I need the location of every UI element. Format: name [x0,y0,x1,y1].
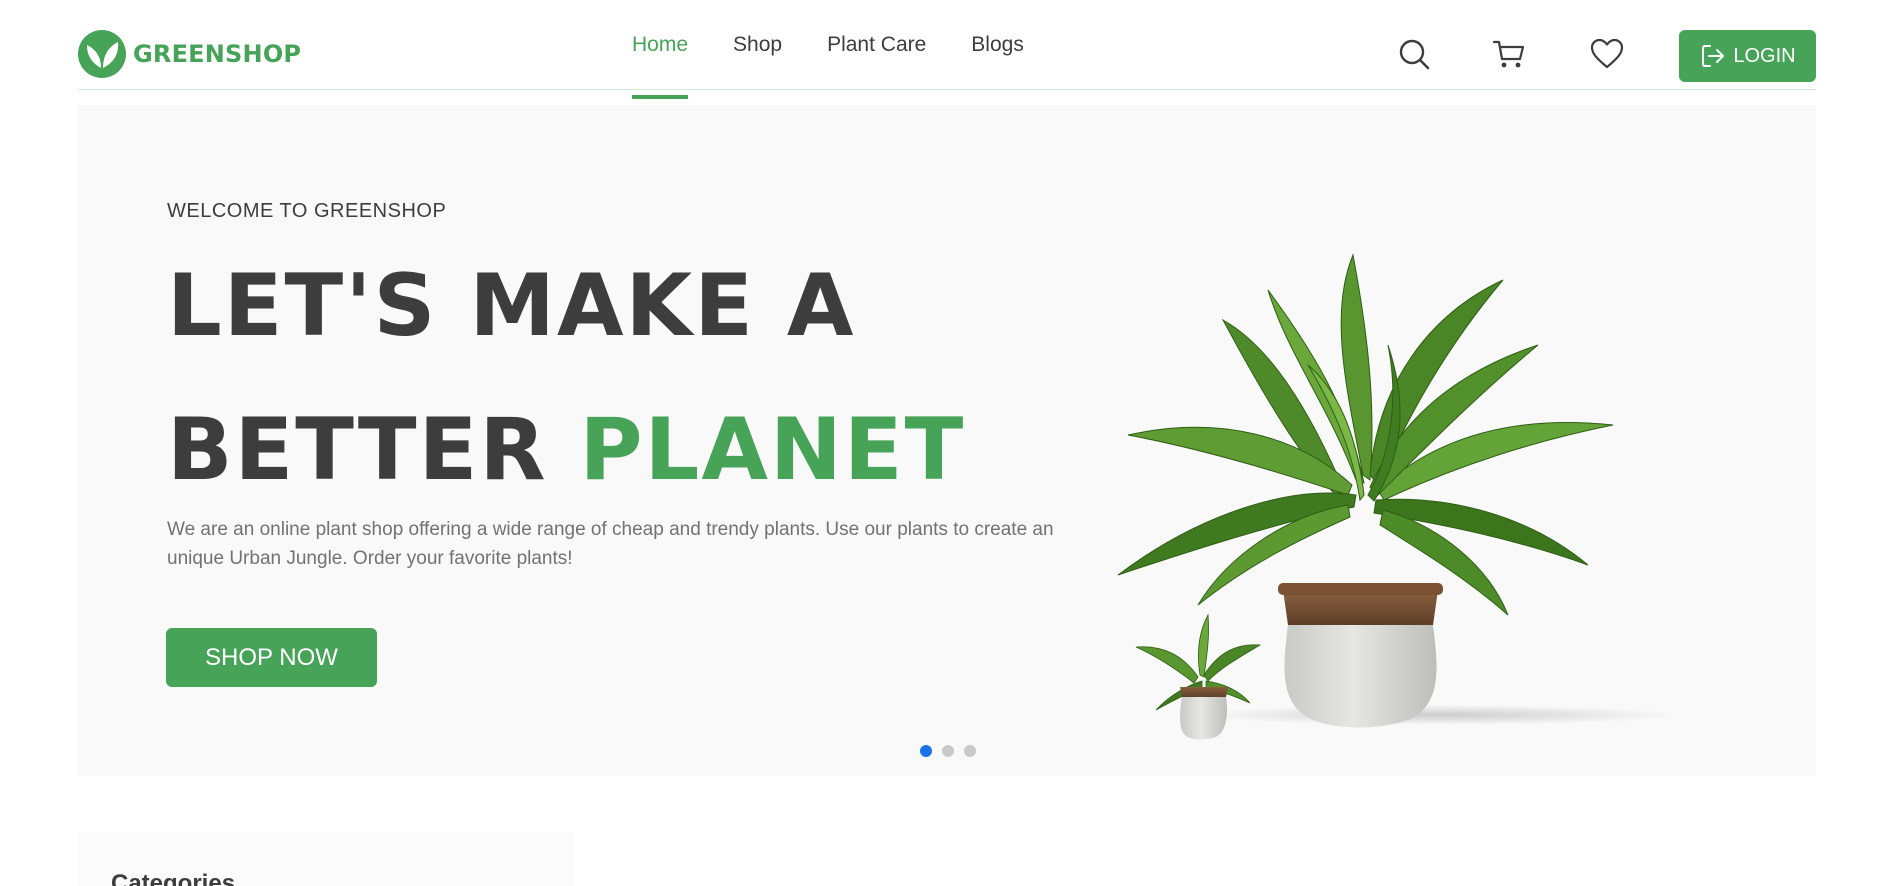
categories-title: Categories [111,870,236,886]
carousel-dot-3[interactable] [964,745,976,757]
nav-blogs[interactable]: Blogs [971,0,1024,90]
logo-text: GREENSHOP [133,40,302,68]
hero-plant-image [1117,253,1678,740]
leaf-logo-icon [78,30,126,78]
carousel-dots [920,745,976,757]
carousel-dot-2[interactable] [942,745,954,757]
login-label: LOGIN [1733,44,1796,67]
hero-kicker: WELCOME TO GREENSHOP [167,200,447,222]
hero-headline-line1: LET'S MAKE A [167,256,856,356]
shop-now-button[interactable]: SHOP NOW [166,628,377,687]
logo[interactable]: GREENSHOP [78,30,301,78]
nav-shop[interactable]: Shop [733,0,782,90]
login-icon [1702,45,1725,67]
headline-planet: PLANET [579,400,966,500]
nav-home[interactable]: Home [632,0,689,99]
carousel-dot-1[interactable] [920,745,932,757]
headline-better: BETTER [167,400,580,500]
hero-headline-line2: BETTER PLANET [167,407,965,493]
hero-banner: WELCOME TO GREENSHOP LET'S MAKE A BETTER… [78,105,1816,776]
heart-icon[interactable] [1590,37,1624,71]
nav-plant-care[interactable]: Plant Care [827,0,926,90]
cart-icon[interactable] [1492,37,1526,71]
search-icon[interactable] [1397,37,1431,71]
categories-panel: Categories [78,832,573,886]
hero-description: We are an online plant shop offering a w… [167,519,1054,569]
top-header: GREENSHOP Home Shop Plant Care Blogs LOG… [78,0,1816,99]
page: GREENSHOP Home Shop Plant Care Blogs LOG… [0,0,1887,886]
main-nav: Home Shop Plant Care Blogs [632,0,1069,99]
login-button[interactable]: LOGIN [1679,30,1816,82]
